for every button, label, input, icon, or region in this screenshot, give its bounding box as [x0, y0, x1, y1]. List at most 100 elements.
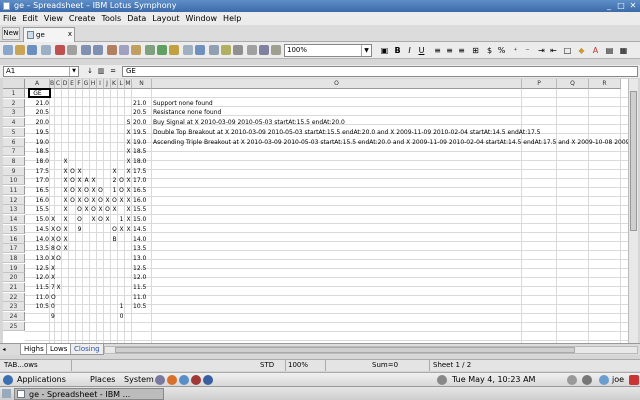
pf-mark-cell[interactable]: 2 — [112, 176, 117, 185]
column-header-d[interactable]: D — [62, 79, 69, 89]
price-cell[interactable]: 20.5 — [26, 108, 49, 117]
print-icon[interactable] — [67, 45, 77, 55]
price-cell-n[interactable]: 13.0 — [133, 254, 151, 263]
price-cell[interactable]: 19.5 — [26, 128, 49, 137]
pf-mark-cell[interactable]: X — [105, 215, 110, 224]
pf-mark-cell[interactable]: X — [126, 157, 131, 166]
price-cell-n[interactable]: 11.0 — [133, 293, 151, 302]
price-cell-n[interactable]: 12.5 — [133, 264, 151, 273]
price-cell[interactable]: 16.0 — [26, 196, 49, 205]
row-header-7[interactable]: 7 — [3, 147, 25, 157]
row-header-1[interactable]: 1 — [3, 89, 25, 98]
chart-icon[interactable] — [157, 45, 167, 55]
column-header-q[interactable]: Q — [557, 79, 589, 89]
percent-icon[interactable]: % — [496, 44, 507, 57]
price-cell[interactable]: 17.5 — [26, 167, 49, 176]
function-icon[interactable] — [169, 45, 179, 55]
show-desktop-icon[interactable] — [2, 389, 11, 398]
pf-mark-cell[interactable]: X — [63, 205, 68, 214]
zoom-icon[interactable] — [247, 45, 257, 55]
pf-mark-cell[interactable]: O — [70, 176, 75, 185]
price-cell[interactable]: 19.0 — [26, 138, 49, 147]
row-header-25[interactable]: 25 — [3, 321, 25, 331]
email-icon[interactable] — [41, 45, 51, 55]
pf-mark-cell[interactable]: O — [84, 186, 89, 195]
row-header-4[interactable]: 4 — [3, 118, 25, 128]
foot-icon[interactable] — [3, 375, 13, 385]
price-cell-n[interactable]: 18.5 — [133, 147, 151, 156]
pf-mark-cell[interactable]: X — [63, 186, 68, 195]
system-menu[interactable]: System — [124, 373, 154, 387]
menu-layout[interactable]: Layout — [152, 14, 179, 23]
pf-mark-cell[interactable]: X — [51, 225, 55, 234]
pf-mark-cell[interactable]: X — [112, 205, 117, 214]
minimize-icon[interactable]: _ — [604, 1, 614, 11]
row-header-17[interactable]: 17 — [3, 244, 25, 254]
taskbar-window-button[interactable]: ge - Spreadsheet - IBM ... — [14, 388, 164, 400]
text-color-icon[interactable]: A — [590, 44, 601, 57]
price-cell[interactable]: 12.0 — [26, 273, 49, 282]
pf-mark-cell[interactable]: O — [70, 186, 75, 195]
pf-mark-cell[interactable]: X — [51, 235, 55, 244]
column-header-h[interactable]: H — [90, 79, 97, 89]
row-header-23[interactable]: 23 — [3, 302, 25, 312]
cut-icon[interactable] — [107, 45, 117, 55]
pf-mark-cell[interactable]: X — [77, 167, 82, 176]
price-cell[interactable]: 20.0 — [26, 118, 49, 127]
sheet-tab-closing[interactable]: Closing — [70, 344, 104, 355]
select-all-corner[interactable] — [3, 79, 25, 89]
first-sheet-icon[interactable]: ◂ — [0, 345, 8, 354]
row-header-14[interactable]: 14 — [3, 215, 25, 225]
pf-mark-cell[interactable]: O — [56, 225, 61, 234]
power-icon[interactable] — [629, 375, 639, 385]
pf-mark-cell[interactable]: X — [63, 157, 68, 166]
pattern-note-cell[interactable]: Ascending Triple Breakout at X 2010-03-0… — [153, 138, 628, 147]
align-left-icon[interactable]: ≡ — [432, 44, 443, 57]
pf-mark-cell[interactable]: X — [126, 215, 131, 224]
pf-mark-cell[interactable]: O — [112, 225, 117, 234]
indent-icon[interactable]: ⇥ — [536, 44, 547, 57]
price-cell[interactable]: 14.5 — [26, 225, 49, 234]
merge-icon[interactable]: ⊞ — [470, 44, 481, 57]
column-header-p[interactable]: P — [522, 79, 557, 89]
column-header-g[interactable]: G — [83, 79, 90, 89]
pf-mark-cell[interactable]: X — [91, 215, 96, 224]
price-cell-n[interactable]: 17.5 — [133, 167, 151, 176]
font-color-icon[interactable]: ▣ — [379, 44, 390, 57]
year-digit-cell[interactable]: 0 — [51, 302, 55, 311]
price-cell[interactable]: 13.0 — [26, 254, 49, 263]
maximize-icon[interactable]: □ — [616, 1, 626, 11]
price-cell[interactable]: 18.5 — [26, 147, 49, 156]
pf-mark-cell[interactable]: X — [56, 283, 61, 292]
pf-mark-cell[interactable]: X — [51, 215, 55, 224]
price-cell-n[interactable]: 13.5 — [133, 244, 151, 253]
column-header-o[interactable]: O — [152, 79, 522, 89]
volume-icon[interactable] — [567, 375, 577, 385]
horizontal-scroll-thumb[interactable] — [115, 347, 575, 353]
user-name[interactable]: joe — [612, 373, 624, 387]
tab-close-icon[interactable]: x — [68, 28, 72, 41]
pf-mark-cell[interactable]: O — [70, 196, 75, 205]
column-header-r[interactable]: R — [589, 79, 621, 89]
price-cell[interactable]: 17.0 — [26, 176, 49, 185]
row-header-11[interactable]: 11 — [3, 186, 25, 195]
row-header-8[interactable]: 8 — [3, 156, 25, 166]
row-header-20[interactable]: 20 — [3, 273, 25, 283]
pf-mark-cell[interactable]: X — [98, 205, 103, 214]
year-digit-cell[interactable]: 9 — [51, 312, 55, 321]
row-header-9[interactable]: 9 — [3, 166, 25, 176]
menu-window[interactable]: Window — [186, 14, 218, 23]
price-cell[interactable]: 10.5 — [26, 302, 49, 311]
network-icon[interactable] — [437, 375, 447, 385]
row-header-6[interactable]: 6 — [3, 137, 25, 147]
new-button[interactable]: New — [2, 27, 20, 40]
pf-mark-cell[interactable]: O — [84, 196, 89, 205]
underline-button[interactable]: U — [416, 44, 427, 57]
table-icon[interactable] — [183, 45, 193, 55]
pf-mark-cell[interactable]: X — [119, 196, 124, 205]
column-header-j[interactable]: J — [104, 79, 111, 89]
row-header-13[interactable]: 13 — [3, 205, 25, 215]
spellcheck-icon[interactable] — [271, 45, 281, 55]
zoom-select[interactable]: 100% ▼ — [284, 44, 372, 57]
undo-icon[interactable] — [81, 45, 91, 55]
